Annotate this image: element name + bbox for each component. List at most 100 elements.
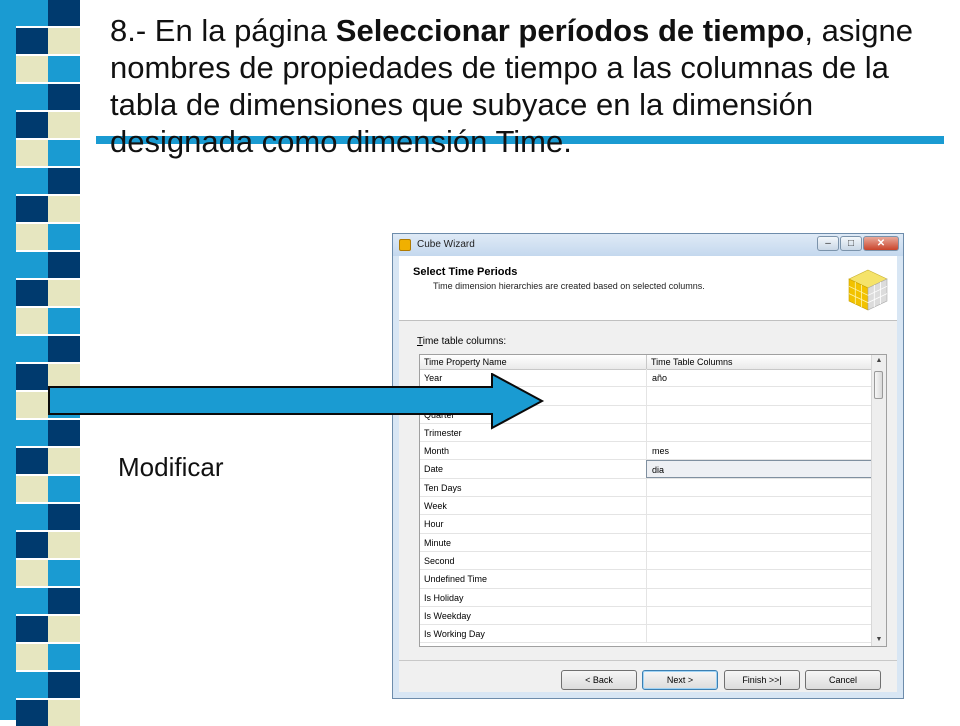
time-table-column-cell[interactable] xyxy=(646,515,872,533)
table-label-text: ime table columns: xyxy=(422,336,507,347)
scroll-thumb[interactable] xyxy=(874,371,883,399)
strip-block xyxy=(48,252,80,278)
cell-value: año xyxy=(652,373,668,383)
strip-block xyxy=(48,308,80,334)
cell-value: dia xyxy=(652,465,665,476)
table-row[interactable]: Ten Days xyxy=(420,478,872,498)
maximize-button[interactable]: □ xyxy=(840,236,862,251)
table-row[interactable]: Is Holiday xyxy=(420,588,872,607)
text-part: En la página xyxy=(154,13,336,48)
time-table-column-cell[interactable] xyxy=(646,570,872,588)
strip-block xyxy=(16,532,48,558)
time-table-column-cell[interactable] xyxy=(646,551,872,570)
time-table-column-cell[interactable]: dia xyxy=(646,460,872,478)
scroll-down-icon[interactable]: ▼ xyxy=(872,634,886,646)
strip-block xyxy=(16,616,48,642)
strip-block xyxy=(48,336,80,362)
cube-icon xyxy=(848,269,888,311)
strip-block xyxy=(16,28,48,54)
grid-header: Time Property Name Time Table Columns xyxy=(420,355,872,370)
time-table-column-cell[interactable] xyxy=(646,405,872,423)
strip-block xyxy=(16,112,48,138)
time-table-column-cell[interactable]: año xyxy=(646,369,872,387)
table-row[interactable]: Date dia xyxy=(420,460,872,479)
strip-block xyxy=(48,644,80,670)
time-property-cell: Ten Days xyxy=(424,482,462,493)
time-table-column-cell[interactable] xyxy=(646,588,872,606)
table-row[interactable]: Week xyxy=(420,497,872,516)
table-row[interactable]: Hour xyxy=(420,515,872,534)
strip-block xyxy=(16,308,48,334)
page-title: Select Time Periods xyxy=(413,266,518,278)
time-property-cell: Minute xyxy=(424,537,452,548)
strip-block xyxy=(16,168,48,194)
strip-block xyxy=(16,140,48,166)
time-table-column-cell[interactable] xyxy=(646,606,872,625)
cancel-button[interactable]: Cancel xyxy=(805,670,881,690)
strip-block xyxy=(48,476,80,502)
strip-block xyxy=(16,252,48,278)
strip-block xyxy=(48,84,80,110)
strip-block xyxy=(16,336,48,362)
strip-block xyxy=(48,140,80,166)
time-property-cell: Week xyxy=(424,501,447,512)
wizard-header: Select Time Periods Time dimension hiera… xyxy=(399,256,897,321)
strip-block xyxy=(16,672,48,698)
scroll-up-icon[interactable]: ▲ xyxy=(872,355,886,367)
strip-block xyxy=(48,532,80,558)
strip-block xyxy=(48,0,80,26)
cube-wizard-icon xyxy=(399,239,411,251)
strip-block xyxy=(16,0,48,26)
strip-block xyxy=(48,168,80,194)
decorative-block-strip xyxy=(0,0,96,726)
time-property-cell: Is Weekday xyxy=(424,610,471,621)
column-header-time-property[interactable]: Time Property Name xyxy=(424,357,507,367)
strip-block xyxy=(48,560,80,586)
wizard-client-area: Select Time Periods Time dimension hiera… xyxy=(399,256,897,692)
time-table-column-cell[interactable] xyxy=(646,423,872,442)
time-property-cell: Second xyxy=(424,555,455,566)
table-row[interactable]: Is Working Day xyxy=(420,625,872,644)
back-button[interactable]: < Back xyxy=(561,670,637,690)
finish-button[interactable]: Finish >>| xyxy=(724,670,800,690)
time-property-cell: Hour xyxy=(424,519,444,530)
strip-block xyxy=(16,476,48,502)
strip-block xyxy=(16,224,48,250)
time-table-column-cell[interactable] xyxy=(646,625,872,643)
table-row[interactable]: Undefined Time xyxy=(420,570,872,589)
strip-block xyxy=(16,364,48,390)
minimize-button[interactable]: – xyxy=(817,236,839,251)
cell-value: mes xyxy=(652,446,670,457)
strip-block xyxy=(48,448,80,474)
table-row[interactable]: Is Weekday xyxy=(420,606,872,626)
table-row[interactable]: Month mes xyxy=(420,442,872,461)
column-header-time-table-columns[interactable]: Time Table Columns xyxy=(651,357,733,367)
time-table-column-cell[interactable] xyxy=(646,387,872,405)
pointer-arrow-icon xyxy=(48,373,545,430)
strip-block xyxy=(48,588,80,614)
time-table-column-cell[interactable] xyxy=(646,478,872,497)
strip-block xyxy=(16,504,48,530)
time-table-column-cell[interactable]: mes xyxy=(646,442,872,460)
slide-body-text: 8.- En la página Seleccionar períodos de… xyxy=(110,12,950,160)
title-bar: Cube Wizard – □ ✕ xyxy=(393,234,903,256)
table-row[interactable]: Second xyxy=(420,551,872,571)
strip-block xyxy=(16,588,48,614)
strip-block xyxy=(48,504,80,530)
time-table-column-cell[interactable] xyxy=(646,533,872,551)
strip-block xyxy=(48,56,80,82)
page-subtitle: Time dimension hierarchies are created b… xyxy=(433,281,705,291)
strip-block xyxy=(48,700,80,726)
table-row[interactable]: Minute xyxy=(420,533,872,552)
strip-block xyxy=(16,56,48,82)
strip-block xyxy=(48,280,80,306)
window-title: Cube Wizard xyxy=(417,239,475,250)
next-button[interactable]: Next > xyxy=(642,670,718,690)
strip-block xyxy=(16,420,48,446)
time-table-column-cell[interactable] xyxy=(646,497,872,515)
time-property-cell: Is Working Day xyxy=(424,629,485,640)
close-button[interactable]: ✕ xyxy=(863,236,899,251)
vertical-scrollbar[interactable]: ▲ ▼ xyxy=(871,355,886,646)
strip-block xyxy=(16,560,48,586)
strip-block xyxy=(16,280,48,306)
